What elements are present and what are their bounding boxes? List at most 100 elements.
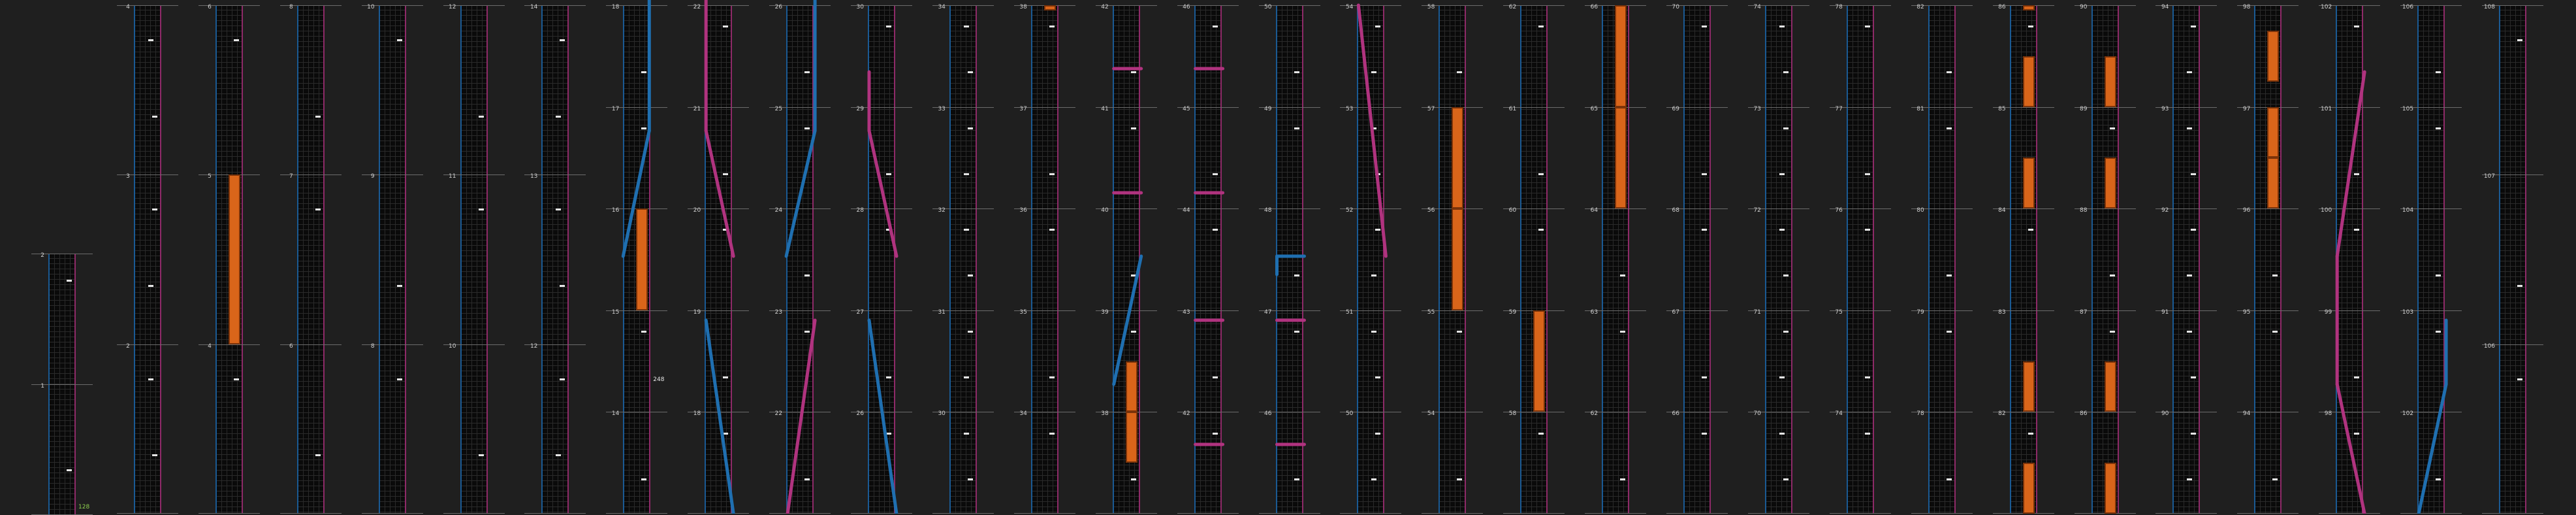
note-marker[interactable] [1130, 330, 1136, 333]
note-marker[interactable] [315, 208, 321, 211]
column-6[interactable] [460, 5, 488, 514]
note-marker[interactable] [1620, 274, 1626, 277]
note-marker[interactable] [1946, 274, 1952, 277]
note-marker[interactable] [2354, 25, 2360, 28]
note-marker[interactable] [723, 25, 729, 28]
note-marker[interactable] [2027, 25, 2033, 28]
note-marker[interactable] [556, 208, 562, 211]
note-marker[interactable] [1130, 274, 1136, 277]
column-19[interactable] [1520, 5, 1548, 514]
note-marker[interactable] [1212, 25, 1218, 28]
note-marker[interactable] [1702, 376, 1707, 378]
note-marker[interactable] [1375, 432, 1381, 435]
note-marker[interactable] [1538, 25, 1544, 28]
column-31[interactable] [2499, 5, 2526, 514]
orange-block[interactable] [1125, 361, 1137, 412]
column-9[interactable] [705, 5, 733, 514]
note-marker[interactable] [2354, 376, 2360, 378]
orange-block[interactable] [2104, 56, 2116, 107]
note-marker[interactable] [1783, 478, 1789, 480]
note-marker[interactable] [2027, 229, 2033, 231]
note-marker[interactable] [560, 39, 565, 41]
note-marker[interactable] [2354, 432, 2360, 435]
note-marker[interactable] [967, 274, 973, 277]
column-16[interactable] [1275, 5, 1303, 514]
column-17[interactable] [1357, 5, 1385, 514]
column-23[interactable] [1846, 5, 1874, 514]
note-marker[interactable] [1294, 478, 1299, 480]
note-marker[interactable] [1702, 173, 1707, 175]
note-marker[interactable] [1946, 127, 1952, 129]
note-marker[interactable] [2187, 330, 2193, 333]
note-marker[interactable] [2109, 330, 2115, 333]
note-marker[interactable] [315, 454, 321, 457]
note-marker[interactable] [967, 127, 973, 129]
note-marker[interactable] [967, 71, 973, 74]
note-marker[interactable] [1783, 274, 1789, 277]
note-marker[interactable] [963, 432, 969, 435]
note-marker[interactable] [315, 115, 321, 118]
note-marker[interactable] [1212, 376, 1218, 378]
note-marker[interactable] [478, 454, 484, 457]
column-2[interactable] [133, 5, 161, 514]
note-marker[interactable] [2272, 330, 2278, 333]
orange-block[interactable] [2022, 56, 2035, 107]
note-marker[interactable] [2436, 127, 2441, 129]
note-marker[interactable] [641, 71, 647, 74]
note-marker[interactable] [2187, 478, 2193, 480]
note-marker[interactable] [723, 432, 729, 435]
note-marker[interactable] [804, 274, 810, 277]
note-marker[interactable] [1130, 71, 1136, 74]
note-marker[interactable] [2517, 378, 2522, 380]
note-marker[interactable] [1864, 229, 1870, 231]
column-21[interactable] [1683, 5, 1711, 514]
note-marker[interactable] [1212, 173, 1218, 175]
note-marker[interactable] [556, 454, 562, 457]
note-marker[interactable] [2354, 229, 2360, 231]
note-marker[interactable] [1130, 127, 1136, 129]
note-marker[interactable] [1049, 376, 1055, 378]
note-marker[interactable] [1946, 478, 1952, 480]
note-marker[interactable] [886, 432, 891, 435]
note-marker[interactable] [804, 478, 810, 480]
note-marker[interactable] [1371, 478, 1377, 480]
note-marker[interactable] [1375, 25, 1381, 28]
column-24[interactable] [1928, 5, 1956, 514]
note-marker[interactable] [151, 208, 157, 211]
note-marker[interactable] [2517, 284, 2522, 287]
note-marker[interactable] [1779, 229, 1785, 231]
note-marker[interactable] [151, 454, 157, 457]
note-marker[interactable] [233, 378, 239, 380]
note-marker[interactable] [1049, 432, 1055, 435]
orange-block[interactable] [2022, 463, 2035, 514]
note-marker[interactable] [2272, 478, 2278, 480]
note-marker[interactable] [1371, 330, 1377, 333]
note-marker[interactable] [1049, 229, 1055, 231]
note-marker[interactable] [1783, 330, 1789, 333]
note-marker[interactable] [1702, 432, 1707, 435]
note-marker[interactable] [148, 39, 153, 41]
note-marker[interactable] [1946, 71, 1952, 74]
note-marker[interactable] [1864, 376, 1870, 378]
note-marker[interactable] [2027, 432, 2033, 435]
note-marker[interactable] [1457, 71, 1463, 74]
note-marker[interactable] [2187, 71, 2193, 74]
note-marker[interactable] [396, 284, 402, 287]
note-marker[interactable] [2272, 274, 2278, 277]
note-marker[interactable] [1620, 478, 1626, 480]
column-10[interactable] [786, 5, 814, 514]
note-marker[interactable] [1779, 25, 1785, 28]
orange-block[interactable] [2267, 107, 2280, 158]
column-22[interactable] [1764, 5, 1792, 514]
note-marker[interactable] [148, 284, 153, 287]
orange-block[interactable] [1452, 107, 1464, 209]
note-marker[interactable] [1212, 432, 1218, 435]
note-marker[interactable] [804, 127, 810, 129]
note-marker[interactable] [723, 173, 729, 175]
orange-block[interactable] [1125, 412, 1137, 463]
column-28[interactable] [2254, 5, 2282, 514]
note-marker[interactable] [396, 378, 402, 380]
note-marker[interactable] [2109, 127, 2115, 129]
note-marker[interactable] [2191, 432, 2197, 435]
note-marker[interactable] [2191, 173, 2197, 175]
